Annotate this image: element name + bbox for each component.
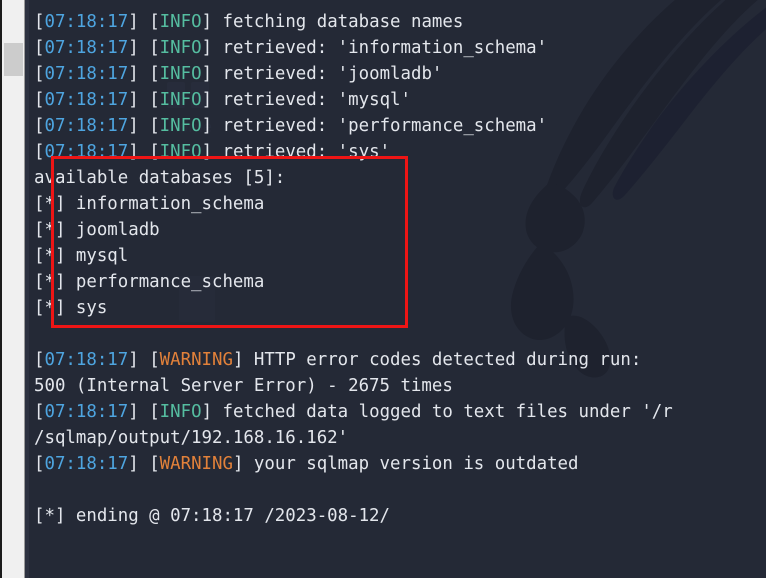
text-segment: [*] sys xyxy=(34,298,108,318)
line-available-databases-header: available databases [5]: xyxy=(34,165,766,191)
text-segment: ] xyxy=(201,90,223,110)
text-segment: [ xyxy=(34,116,45,136)
line-info-fetched-data: [07:18:17] [INFO] fetched data logged to… xyxy=(34,399,766,425)
text-segment: retrieved: 'performance_schema' xyxy=(222,116,548,136)
text-segment: ] xyxy=(232,350,254,370)
text-segment: ] [ xyxy=(128,64,160,84)
text-segment: retrieved: 'sys' xyxy=(222,142,391,162)
line-warning-outdated: [07:18:17] [WARNING] your sqlmap version… xyxy=(34,451,766,477)
line-partial-top xyxy=(34,0,766,9)
line-db-performance-schema: [*] performance_schema xyxy=(34,269,766,295)
text-segment: fetching database names xyxy=(222,12,464,32)
terminal-output-area[interactable]: Home [07:18:17] [INFO] fetching database… xyxy=(25,0,766,578)
text-segment: [ xyxy=(34,402,45,422)
text-segment: ] [ xyxy=(128,350,160,370)
line-retrieved-mysql: [07:18:17] [INFO] retrieved: 'mysql' xyxy=(34,87,766,113)
text-segment: /sqlmap/output/192.168.16.162' xyxy=(34,428,349,448)
line-retrieved-information-schema: [07:18:17] [INFO] retrieved: 'informatio… xyxy=(34,35,766,61)
text-segment: 500 (Internal Server Error) - 2675 times xyxy=(34,376,453,396)
text-segment: [*] information_schema xyxy=(34,194,265,214)
text-segment: retrieved: 'information_schema' xyxy=(222,38,548,58)
text-segment: ] xyxy=(201,116,223,136)
text-segment: ] xyxy=(232,454,254,474)
text-segment: ] [ xyxy=(128,12,160,32)
terminal-left-edge xyxy=(25,0,29,578)
text-segment: [ xyxy=(34,64,45,84)
text-segment: available databases [5]: xyxy=(34,168,286,188)
text-segment: 07:18:17 xyxy=(44,116,129,136)
text-segment: INFO xyxy=(159,116,202,136)
text-segment: HTTP error codes detected during run: xyxy=(253,350,642,370)
text-segment: ] xyxy=(201,12,223,32)
line-db-joomladb: [*] joomladb xyxy=(34,217,766,243)
text-segment: INFO xyxy=(159,38,202,58)
line-db-information-schema: [*] information_schema xyxy=(34,191,766,217)
text-segment: [ xyxy=(34,38,45,58)
text-segment: 07:18:17 xyxy=(44,454,129,474)
text-segment: INFO xyxy=(159,64,202,84)
line-ending: [*] ending @ 07:18:17 /2023-08-12/ xyxy=(34,503,766,529)
text-segment: 07:18:17 xyxy=(44,402,129,422)
text-segment: ] xyxy=(201,38,223,58)
text-segment: INFO xyxy=(159,12,202,32)
text-segment: ] [ xyxy=(128,90,160,110)
text-segment: INFO xyxy=(159,142,202,162)
text-segment: ] xyxy=(201,142,223,162)
line-blank-2 xyxy=(34,477,766,503)
text-segment: INFO xyxy=(159,90,202,110)
text-segment: ] [ xyxy=(128,402,160,422)
text-segment: [ xyxy=(34,90,45,110)
text-segment: fetched data logged to text files under … xyxy=(222,402,673,422)
line-retrieved-sys: [07:18:17] [INFO] retrieved: 'sys' xyxy=(34,139,766,165)
text-segment: retrieved: 'joomladb' xyxy=(222,64,443,84)
scrollbar-thumb[interactable] xyxy=(4,43,23,76)
line-warning-http-errors: [07:18:17] [WARNING] HTTP error codes de… xyxy=(34,347,766,373)
text-segment: INFO xyxy=(159,402,202,422)
text-segment: 07:18:17 xyxy=(44,350,129,370)
text-segment: ] [ xyxy=(128,38,160,58)
text-segment: ] [ xyxy=(128,116,160,136)
line-blank-1 xyxy=(34,321,766,347)
text-segment: 07:18:17 xyxy=(44,90,129,110)
text-segment: your sqlmap version is outdated xyxy=(253,454,579,474)
line-retrieved-joomladb: [07:18:17] [INFO] retrieved: 'joomladb' xyxy=(34,61,766,87)
text-segment: 07:18:17 xyxy=(44,38,129,58)
text-segment: [*] performance_schema xyxy=(34,272,265,292)
line-db-sys: [*] sys xyxy=(34,295,766,321)
line-db-mysql: [*] mysql xyxy=(34,243,766,269)
scrollbar-edge xyxy=(0,0,2,578)
text-segment: 07:18:17 xyxy=(44,142,129,162)
line-warning-http-errors-cont: 500 (Internal Server Error) - 2675 times xyxy=(34,373,766,399)
text-segment: 07:18:17 xyxy=(44,64,129,84)
text-segment: ] xyxy=(201,64,223,84)
text-segment: ] [ xyxy=(128,454,160,474)
text-segment: [*] mysql xyxy=(34,246,129,266)
text-segment: 07:18:17 xyxy=(44,12,129,32)
text-segment: ] xyxy=(201,402,223,422)
terminal-window: Home [07:18:17] [INFO] fetching database… xyxy=(0,0,766,578)
text-segment: WARNING xyxy=(159,350,233,370)
line-retrieved-performance-schema: [07:18:17] [INFO] retrieved: 'performanc… xyxy=(34,113,766,139)
text-segment: WARNING xyxy=(159,454,233,474)
text-segment: [ xyxy=(34,350,45,370)
text-segment: [ xyxy=(34,454,45,474)
text-segment: [ xyxy=(34,12,45,32)
text-segment: [*] joomladb xyxy=(34,220,160,240)
text-segment: retrieved: 'mysql' xyxy=(222,90,411,110)
line-fetching-database-names: [07:18:17] [INFO] fetching database name… xyxy=(34,9,766,35)
text-segment: ] [ xyxy=(128,142,160,162)
terminal-text-lines: [07:18:17] [INFO] fetching database name… xyxy=(34,0,766,529)
vertical-scrollbar[interactable] xyxy=(0,0,25,578)
text-segment: [*] ending @ 07:18:17 /2023-08-12/ xyxy=(34,506,390,526)
line-info-fetched-data-cont: /sqlmap/output/192.168.16.162' xyxy=(34,425,766,451)
text-segment: [ xyxy=(34,142,45,162)
